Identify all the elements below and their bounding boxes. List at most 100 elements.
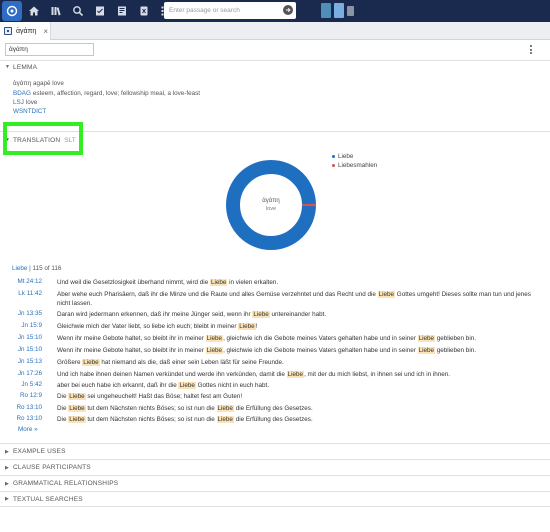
selected-translation-link[interactable]: Liebe: [12, 265, 27, 272]
passage-search-input[interactable]: [164, 3, 274, 18]
chart-legend: Liebe Liebesmahlen: [332, 152, 377, 170]
verse-text-segment: Wenn ihr meine Gebote haltet, so bleibt …: [57, 335, 206, 342]
tab-label: ἀγάπη: [16, 27, 37, 35]
highlighted-word: Liebe: [417, 347, 435, 354]
highlighted-word: Liebe: [68, 405, 86, 412]
verse-text: Wenn ihr meine Gebote haltet, so bleibt …: [57, 346, 535, 355]
lemma-source-link[interactable]: WSNTDICT: [13, 108, 46, 115]
verse-row: Jn 15:9 Gleichwie mich der Vater liebt, s…: [0, 322, 550, 331]
legend-item[interactable]: Liebesmahlen: [332, 161, 377, 170]
tab-strip: ἀγάπη ×: [0, 22, 550, 40]
tab-word-study[interactable]: ἀγάπη ×: [0, 22, 51, 40]
selection-summary: Liebe | 115 of 116: [12, 265, 61, 272]
lemma-source-link[interactable]: BDAG: [13, 90, 31, 97]
verse-reference-link[interactable]: Jn 15:10: [12, 346, 42, 353]
verse-text-segment: Gottes nicht in euch habt.: [195, 382, 270, 389]
highlighted-word: Liebe: [68, 393, 86, 400]
search-icon[interactable]: [68, 1, 88, 21]
settings-icon[interactable]: [347, 6, 354, 16]
verse-reference-link[interactable]: Ro 13:10: [12, 415, 42, 422]
verse-reference-link[interactable]: Ro 13:10: [12, 404, 42, 411]
verse-reference-link[interactable]: Jn 5:42: [12, 381, 42, 388]
verse-text-segment: Aber wehe euch Pharisäern, daß ihr die M…: [57, 291, 378, 298]
chart-center-word: ἀγάπη: [262, 197, 279, 204]
library-icon[interactable]: [46, 1, 66, 21]
home-icon[interactable]: [24, 1, 44, 21]
verse-row: Jn 15:10 Wenn ihr meine Gebote haltet, so…: [0, 346, 550, 355]
legend-item[interactable]: Liebe: [332, 152, 377, 161]
highlighted-word: Liebe: [205, 335, 224, 342]
app-logo-icon[interactable]: [2, 1, 22, 21]
verse-text-segment: , mit der du mich liebst, in ihnen sei u…: [304, 371, 451, 378]
example-uses-section-header[interactable]: ▶ EXAMPLE USES: [0, 443, 550, 459]
legend-swatch: [332, 155, 335, 158]
lemma-definition: esteem, affection, regard, love; fellows…: [32, 90, 201, 97]
verse-text-segment: Größere: [57, 359, 83, 366]
guides-icon[interactable]: [112, 1, 132, 21]
verse-reference-link[interactable]: Lk 11:42: [12, 290, 42, 297]
section-title: CLAUSE PARTICIPANTS: [13, 464, 91, 471]
verse-text-segment: Die: [57, 405, 69, 412]
verse-text-segment: die Erfüllung des Gesetzes.: [233, 405, 313, 412]
verse-text-segment: tut dem Nächsten nichts Böses; so ist nu…: [85, 416, 217, 423]
verse-text-segment: , gleichwie ich die Gebote meines Vaters…: [223, 347, 418, 354]
verse-text-segment: Die: [57, 416, 69, 423]
lemma-entry: WSNTDICT: [13, 108, 48, 115]
textual-searches-section-header[interactable]: ▶ TEXTUAL SEARCHES: [0, 491, 550, 507]
collapse-triangle-icon: ▼: [5, 64, 10, 70]
expand-triangle-icon: ▶: [5, 464, 9, 471]
lemma-section-header[interactable]: ▼ LEMMA: [0, 61, 37, 73]
selected-count: | 115 of 116: [29, 265, 62, 272]
highlighted-word: Liebe: [417, 335, 435, 342]
verse-text-segment: Daran wird jedermann erkennen, daß ihr m…: [57, 311, 253, 318]
verse-reference-link[interactable]: Jn 13:35: [12, 310, 42, 317]
verse-text-segment: Gleichwie mich der Vater liebt, so liebe…: [57, 323, 239, 330]
verse-row: Ro 13:10 Die Liebe tut dem Nächsten nicht…: [0, 404, 550, 413]
verse-text-segment: tut dem Nächsten nichts Böses; so ist nu…: [85, 405, 217, 412]
verse-text-segment: Wenn ihr meine Gebote haltet, so bleibt …: [57, 347, 206, 354]
word-input[interactable]: [5, 43, 94, 56]
highlighted-word: Liebe: [209, 279, 228, 286]
verse-text-segment: in vielen erkalten.: [227, 279, 279, 286]
verse-text: Die Liebe sei ungeheuchelt! Haßt das Bös…: [57, 392, 535, 401]
close-icon[interactable]: ×: [43, 27, 48, 36]
chart-slice-liebe[interactable]: [226, 160, 316, 250]
verse-text-segment: , gleichwie ich die Gebote meines Vaters…: [223, 335, 418, 342]
expand-triangle-icon: ▶: [5, 448, 9, 455]
verse-reference-link[interactable]: Mt 24:12: [12, 278, 42, 285]
verse-row: Jn 17:26 Und ich habe ihnen deinen Namen …: [0, 370, 550, 379]
passage-search-box: [164, 2, 296, 19]
verse-reference-link[interactable]: Ro 12:9: [12, 392, 42, 399]
section-title: TEXTUAL SEARCHES: [13, 495, 83, 503]
go-arrow-icon[interactable]: [283, 5, 293, 15]
expand-triangle-icon: ▶: [5, 496, 9, 502]
verse-text-segment: Die: [57, 393, 69, 400]
verse-text: Daran wird jedermann erkennen, daß ihr m…: [57, 310, 535, 319]
tools-icon[interactable]: [134, 1, 154, 21]
clause-participants-section-header[interactable]: ▶ CLAUSE PARTICIPANTS: [0, 459, 550, 475]
verse-reference-link[interactable]: Jn 15:13: [12, 358, 42, 365]
lemma-source-link[interactable]: LSJ: [13, 99, 24, 106]
verse-row: Mt 24:12 Und weil die Gesetzlosigkeit übe…: [0, 278, 550, 287]
verse-text-segment: !: [255, 323, 258, 330]
verse-row: Jn 5:42 aber bei euch habe ich erkannt, d…: [0, 381, 550, 390]
highlighted-word: Liebe: [178, 382, 196, 389]
word-search-row: [0, 40, 550, 60]
verse-text-segment: geblieben bin.: [435, 347, 476, 354]
more-link[interactable]: More »: [18, 426, 38, 433]
chart-center-gloss: love: [266, 206, 276, 212]
layout-tools: [321, 3, 354, 18]
panel-layout-icon[interactable]: [321, 3, 331, 18]
verse-text: Gleichwie mich der Vater liebt, so liebe…: [57, 322, 535, 331]
verse-reference-link[interactable]: Jn 15:9: [12, 322, 42, 329]
more-options-icon[interactable]: [528, 43, 534, 56]
verse-text-segment: die Erfüllung des Gesetzes.: [233, 416, 313, 423]
library-panel-icon[interactable]: [334, 3, 344, 18]
highlighted-word: Liebe: [216, 405, 234, 412]
grammatical-relationships-section-header[interactable]: ▶ GRAMMATICAL RELATIONSHIPS: [0, 475, 550, 491]
lemma-entry: LSJ love: [13, 99, 37, 106]
verse-text: aber bei euch habe ich erkannt, daß ihr …: [57, 381, 535, 390]
verse-reference-link[interactable]: Jn 17:26: [12, 370, 42, 377]
documents-icon[interactable]: [90, 1, 110, 21]
verse-reference-link[interactable]: Jn 15:10: [12, 334, 42, 341]
